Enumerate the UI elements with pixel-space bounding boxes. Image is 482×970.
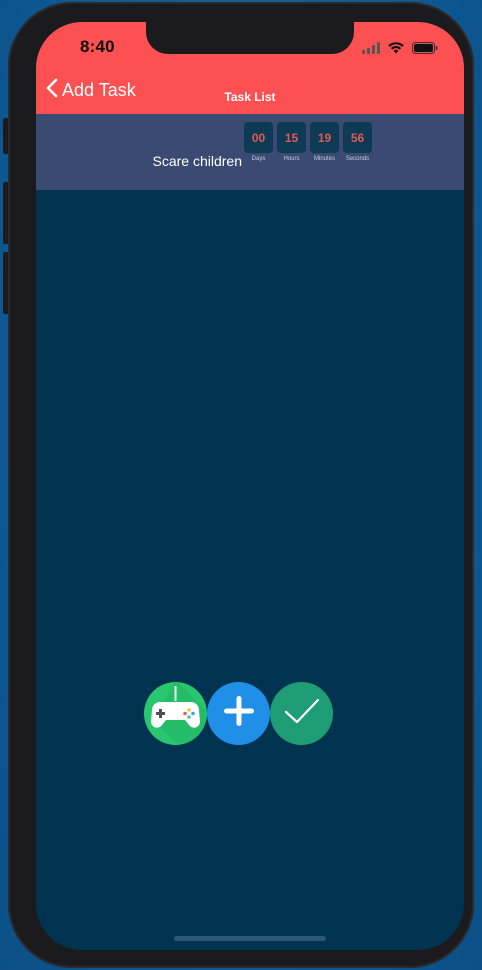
task-name: Scare children: [152, 153, 243, 169]
game-controller-icon: [144, 682, 207, 745]
signal-icon: [362, 41, 380, 59]
action-buttons: [144, 682, 333, 745]
countdown-seconds: 56 Seconds: [343, 122, 372, 162]
countdown-timer: 00 Days 15 Hours 19 Minutes 56 Seconds: [244, 122, 372, 162]
countdown-minutes-label: Minutes: [313, 156, 335, 162]
navigation-header: 8:40 Add Task Task List: [36, 22, 464, 114]
phone-frame: 8:40 Add Task Task List Scare children 0…: [8, 2, 474, 968]
battery-icon: [412, 41, 438, 59]
status-icons: [362, 41, 438, 59]
countdown-minutes-value: 19: [310, 122, 339, 153]
checkmark-icon: [283, 696, 321, 731]
countdown-hours: 15 Hours: [277, 122, 306, 162]
desktop-background: 8:40 Add Task Task List Scare children 0…: [0, 0, 482, 970]
countdown-days: 00 Days: [244, 122, 273, 162]
notch: [146, 22, 354, 54]
countdown-hours-label: Hours: [283, 156, 300, 162]
plus-icon: [222, 694, 256, 733]
wifi-icon: [387, 41, 405, 59]
task-list-item[interactable]: Scare children 00 Days 15 Hours 19 Minut…: [36, 114, 464, 190]
complete-button[interactable]: [270, 682, 333, 745]
countdown-seconds-label: Seconds: [345, 156, 370, 162]
app-screen: 8:40 Add Task Task List Scare children 0…: [36, 22, 464, 950]
countdown-days-label: Days: [251, 156, 266, 162]
countdown-hours-value: 15: [277, 122, 306, 153]
countdown-days-value: 00: [244, 122, 273, 153]
countdown-seconds-value: 56: [343, 122, 372, 153]
game-button[interactable]: [144, 682, 207, 745]
home-indicator[interactable]: [174, 936, 326, 941]
status-time: 8:40: [80, 37, 115, 56]
add-button[interactable]: [207, 682, 270, 745]
page-title: Task List: [224, 90, 276, 104]
countdown-minutes: 19 Minutes: [310, 122, 339, 162]
